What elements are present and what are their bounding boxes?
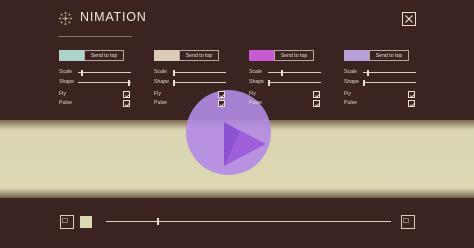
layer-color-swatch[interactable] bbox=[249, 50, 274, 61]
scale-slider-thumb[interactable] bbox=[367, 69, 369, 76]
check-icon bbox=[219, 102, 226, 107]
fly-label: Fly bbox=[154, 91, 161, 97]
title-divider bbox=[58, 36, 132, 37]
scale-slider[interactable] bbox=[78, 72, 131, 73]
broken-image-icon bbox=[62, 218, 68, 223]
app-title: NIMATION bbox=[80, 10, 147, 24]
scale-label: Scale bbox=[344, 69, 357, 75]
shape-slider[interactable] bbox=[363, 82, 416, 83]
timeline-track[interactable] bbox=[106, 221, 391, 222]
shape-slider[interactable] bbox=[268, 82, 321, 83]
shape-label: Shape bbox=[249, 79, 265, 85]
pulse-label: Pulse bbox=[154, 100, 167, 106]
close-button[interactable] bbox=[402, 12, 416, 26]
shape-slider[interactable] bbox=[78, 82, 131, 83]
scale-slider-thumb[interactable] bbox=[281, 69, 283, 76]
scale-slider[interactable] bbox=[173, 72, 226, 73]
check-icon bbox=[314, 93, 321, 98]
scale-label: Scale bbox=[59, 69, 72, 75]
send-to-top-button[interactable]: Send to top bbox=[179, 50, 219, 61]
swatch-row: Send to top bbox=[344, 50, 416, 62]
pulse-label: Pulse bbox=[344, 100, 357, 106]
pulse-label: Pulse bbox=[249, 100, 262, 106]
layer-control-4: Send to top Scale Shape Fly Pulse bbox=[344, 50, 420, 110]
pulse-checkbox[interactable] bbox=[313, 100, 321, 107]
swatch-row: Send to top bbox=[249, 50, 321, 62]
shape-slider-thumb[interactable] bbox=[363, 79, 365, 86]
swatch-row: Send to top bbox=[154, 50, 226, 62]
scale-label: Scale bbox=[154, 69, 167, 75]
fly-label: Fly bbox=[344, 91, 351, 97]
pulse-checkbox[interactable] bbox=[408, 100, 416, 107]
prev-frame-button[interactable] bbox=[60, 215, 74, 229]
fly-checkbox[interactable] bbox=[218, 91, 226, 98]
fly-checkbox[interactable] bbox=[313, 91, 321, 98]
shape-slider-thumb[interactable] bbox=[128, 79, 130, 86]
check-icon bbox=[124, 102, 131, 107]
close-icon bbox=[405, 15, 413, 23]
send-to-top-button[interactable]: Send to top bbox=[274, 50, 314, 61]
shape-label: Shape bbox=[59, 79, 75, 85]
layer-color-swatch[interactable] bbox=[344, 50, 369, 61]
shape-slider-thumb[interactable] bbox=[173, 79, 175, 86]
fly-checkbox[interactable] bbox=[408, 91, 416, 98]
fly-checkbox[interactable] bbox=[123, 91, 131, 98]
scale-slider[interactable] bbox=[268, 72, 321, 73]
pulse-label: Pulse bbox=[59, 100, 72, 106]
fly-label: Fly bbox=[249, 91, 256, 97]
scale-slider[interactable] bbox=[363, 72, 416, 73]
play-icon[interactable] bbox=[210, 112, 270, 172]
swatch-row: Send to top bbox=[59, 50, 131, 62]
send-to-top-button[interactable]: Send to top bbox=[369, 50, 409, 61]
pulse-checkbox[interactable] bbox=[218, 100, 226, 107]
send-to-top-button[interactable]: Send to top bbox=[84, 50, 124, 61]
check-icon bbox=[314, 102, 321, 107]
check-icon bbox=[219, 93, 226, 98]
layer-color-swatch[interactable] bbox=[59, 50, 84, 61]
check-icon bbox=[409, 102, 416, 107]
layer-color-swatch[interactable] bbox=[154, 50, 179, 61]
logo-icon bbox=[59, 12, 72, 25]
shape-label: Shape bbox=[344, 79, 360, 85]
layer-control-2: Send to top Scale Shape Fly Pulse bbox=[154, 50, 230, 110]
fly-label: Fly bbox=[59, 91, 66, 97]
shape-slider[interactable] bbox=[173, 82, 226, 83]
scale-slider-thumb[interactable] bbox=[81, 69, 83, 76]
shape-slider-thumb[interactable] bbox=[268, 79, 270, 86]
check-icon bbox=[124, 93, 131, 98]
shape-label: Shape bbox=[154, 79, 170, 85]
next-frame-button[interactable] bbox=[401, 215, 415, 229]
check-icon bbox=[409, 93, 416, 98]
layer-control-1: Send to top Scale Shape Fly Pulse bbox=[59, 50, 135, 110]
layer-control-3: Send to top Scale Shape Fly Pulse bbox=[249, 50, 325, 110]
timeline-thumb[interactable] bbox=[157, 218, 159, 225]
scale-label: Scale bbox=[249, 69, 262, 75]
pulse-checkbox[interactable] bbox=[123, 100, 131, 107]
app-stage: NIMATION Send to top Scale Shape Fly Pul… bbox=[0, 0, 474, 248]
color-swatch[interactable] bbox=[80, 216, 92, 228]
broken-image-icon bbox=[403, 218, 409, 223]
scale-slider-thumb[interactable] bbox=[173, 69, 175, 76]
